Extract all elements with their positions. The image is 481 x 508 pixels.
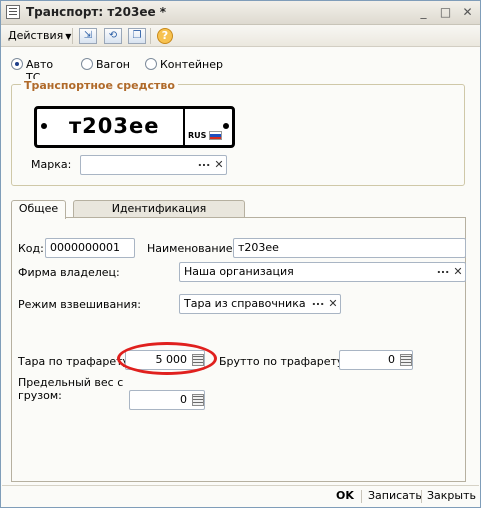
- save-button[interactable]: Записать: [368, 488, 422, 504]
- radio-wagon-label: Вагон: [96, 58, 130, 71]
- tab-general[interactable]: Общее: [11, 200, 66, 219]
- brand-clear-button[interactable]: ✕: [212, 156, 226, 174]
- plate-number: т203ee: [69, 114, 160, 138]
- minimize-icon[interactable]: _: [415, 4, 432, 21]
- toolbar: Действия ▼ ⇲ ⟲ ❐ ?: [1, 25, 480, 47]
- radio-auto-button[interactable]: [11, 58, 23, 70]
- name-field[interactable]: т203ee: [233, 238, 466, 258]
- save-to-list-icon[interactable]: ⇲: [79, 28, 97, 44]
- owner-select-button[interactable]: ...: [435, 263, 451, 281]
- radio-container-button[interactable]: [145, 58, 157, 70]
- actions-menu[interactable]: Действия ▼: [5, 28, 74, 44]
- close-button[interactable]: Закрыть: [427, 488, 476, 504]
- window-title: Транспорт: т203ee *: [26, 5, 167, 19]
- vehicle-group-title: Транспортное средство: [21, 79, 178, 92]
- footer-divider: [361, 490, 362, 503]
- weigh-mode-clear-button[interactable]: ✕: [326, 295, 340, 313]
- title-bar: Транспорт: т203ee * _ □ ✕: [1, 1, 480, 25]
- owner-clear-button[interactable]: ✕: [451, 263, 465, 281]
- toolbar-separator: [150, 28, 151, 44]
- plate-region: RUS: [188, 131, 207, 140]
- owner-label: Фирма владелец:: [18, 266, 120, 279]
- brand-label: Марка:: [31, 158, 72, 171]
- radio-wagon-button[interactable]: [81, 58, 93, 70]
- calculator-icon[interactable]: [400, 354, 412, 366]
- chevron-down-icon: ▼: [65, 32, 72, 41]
- toolbar-separator: [72, 28, 73, 44]
- maximize-icon[interactable]: □: [437, 4, 454, 21]
- tabs-bar: Общее Идентификация взвешивания: [11, 200, 466, 231]
- footer-divider: [421, 490, 422, 503]
- plate-bolt-left: [41, 123, 47, 129]
- ok-button[interactable]: OK: [336, 488, 354, 504]
- radio-container-label: Контейнер: [160, 58, 223, 71]
- footer-separator: [2, 485, 479, 486]
- form-icon: [6, 5, 20, 19]
- transport-form-window: Транспорт: т203ee * _ □ ✕ Действия ▼ ⇲ ⟲ …: [0, 0, 481, 508]
- name-label: Наименование:: [147, 242, 237, 255]
- refresh-icon[interactable]: ⟲: [104, 28, 122, 44]
- max-weight-label: Предельный вес с грузом:: [18, 376, 124, 402]
- plate-bolt-right: [223, 123, 229, 129]
- close-icon[interactable]: ✕: [459, 4, 476, 21]
- owner-field[interactable]: Наша организация: [179, 262, 466, 282]
- highlight-ellipse: [117, 342, 217, 375]
- brand-select-button[interactable]: ...: [196, 156, 212, 174]
- russia-flag-icon: [209, 131, 222, 140]
- calculator-icon[interactable]: [192, 394, 204, 406]
- tab-weighing-identification[interactable]: Идентификация взвешивания: [73, 200, 245, 231]
- tare-label: Тара по трафарету:: [18, 355, 133, 368]
- plate-divider: [183, 109, 185, 145]
- license-plate: т203ee RUS: [34, 106, 235, 148]
- code-label: Код:: [18, 242, 44, 255]
- gross-label: Брутто по трафарету:: [219, 355, 348, 368]
- actions-menu-label: Действия: [8, 29, 64, 42]
- copy-document-icon[interactable]: ❐: [128, 28, 146, 44]
- weigh-mode-label: Режим взвешивания:: [18, 298, 141, 311]
- weigh-mode-select-button[interactable]: ...: [310, 295, 326, 313]
- code-field[interactable]: 0000000001: [45, 238, 135, 258]
- help-icon[interactable]: ?: [157, 28, 173, 44]
